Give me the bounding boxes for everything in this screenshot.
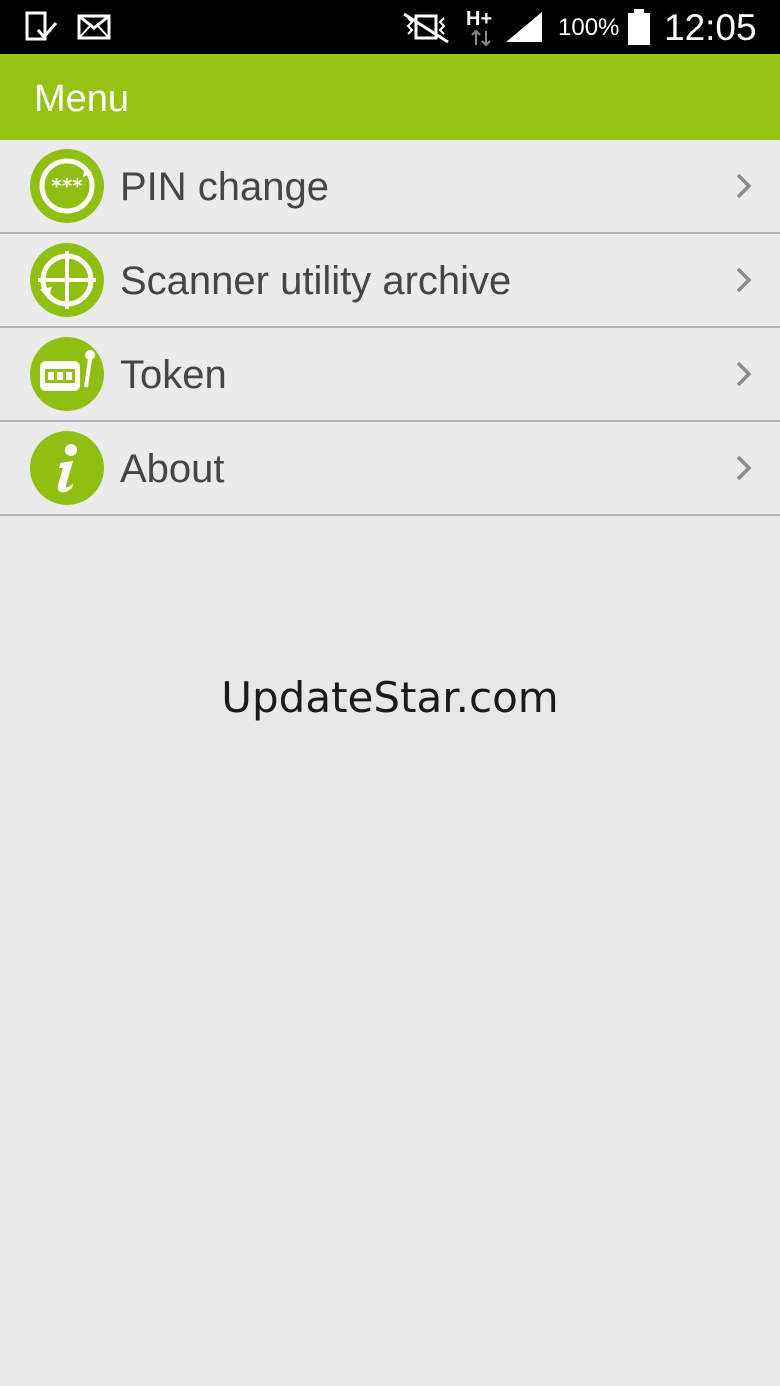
menu-item-label: Scanner utility archive (120, 259, 512, 303)
chevron-right-icon (734, 360, 754, 388)
menu-item-label: About (120, 447, 225, 491)
download-done-icon (24, 0, 58, 54)
menu-item-scanner-utility-archive[interactable]: Scanner utility archive (0, 234, 780, 328)
pin-change-icon: *** (30, 149, 104, 223)
info-icon (30, 431, 104, 505)
battery-percent: 100% (558, 14, 620, 41)
signal-icon (504, 0, 544, 54)
menu-item-token[interactable]: Token (0, 328, 780, 422)
status-bar: H+ 100% 12:05 (0, 0, 780, 54)
chevron-right-icon (734, 172, 754, 200)
battery-icon (626, 0, 652, 54)
menu-item-label: PIN change (120, 165, 330, 209)
menu-item-label: Token (120, 353, 227, 397)
menu-item-about[interactable]: About (0, 422, 780, 516)
chevron-right-icon (734, 266, 754, 294)
menu-item-pin-change[interactable]: *** PIN change (0, 140, 780, 234)
watermark-text: UpdateStar.com (221, 673, 559, 722)
menu-list: *** PIN change Scanner utility archive T… (0, 140, 780, 516)
chevron-right-icon (734, 454, 754, 482)
network-h-plus-icon: H+ (464, 0, 498, 54)
action-bar: Menu (0, 54, 780, 140)
mail-icon (76, 0, 112, 54)
svg-text:H+: H+ (466, 8, 492, 30)
clock: 12:05 (664, 7, 757, 48)
svg-text:***: *** (51, 174, 83, 198)
scanner-target-icon (30, 243, 104, 317)
page-title: Menu (34, 78, 130, 120)
token-device-icon (30, 337, 104, 411)
vibrate-mute-icon (398, 0, 454, 54)
